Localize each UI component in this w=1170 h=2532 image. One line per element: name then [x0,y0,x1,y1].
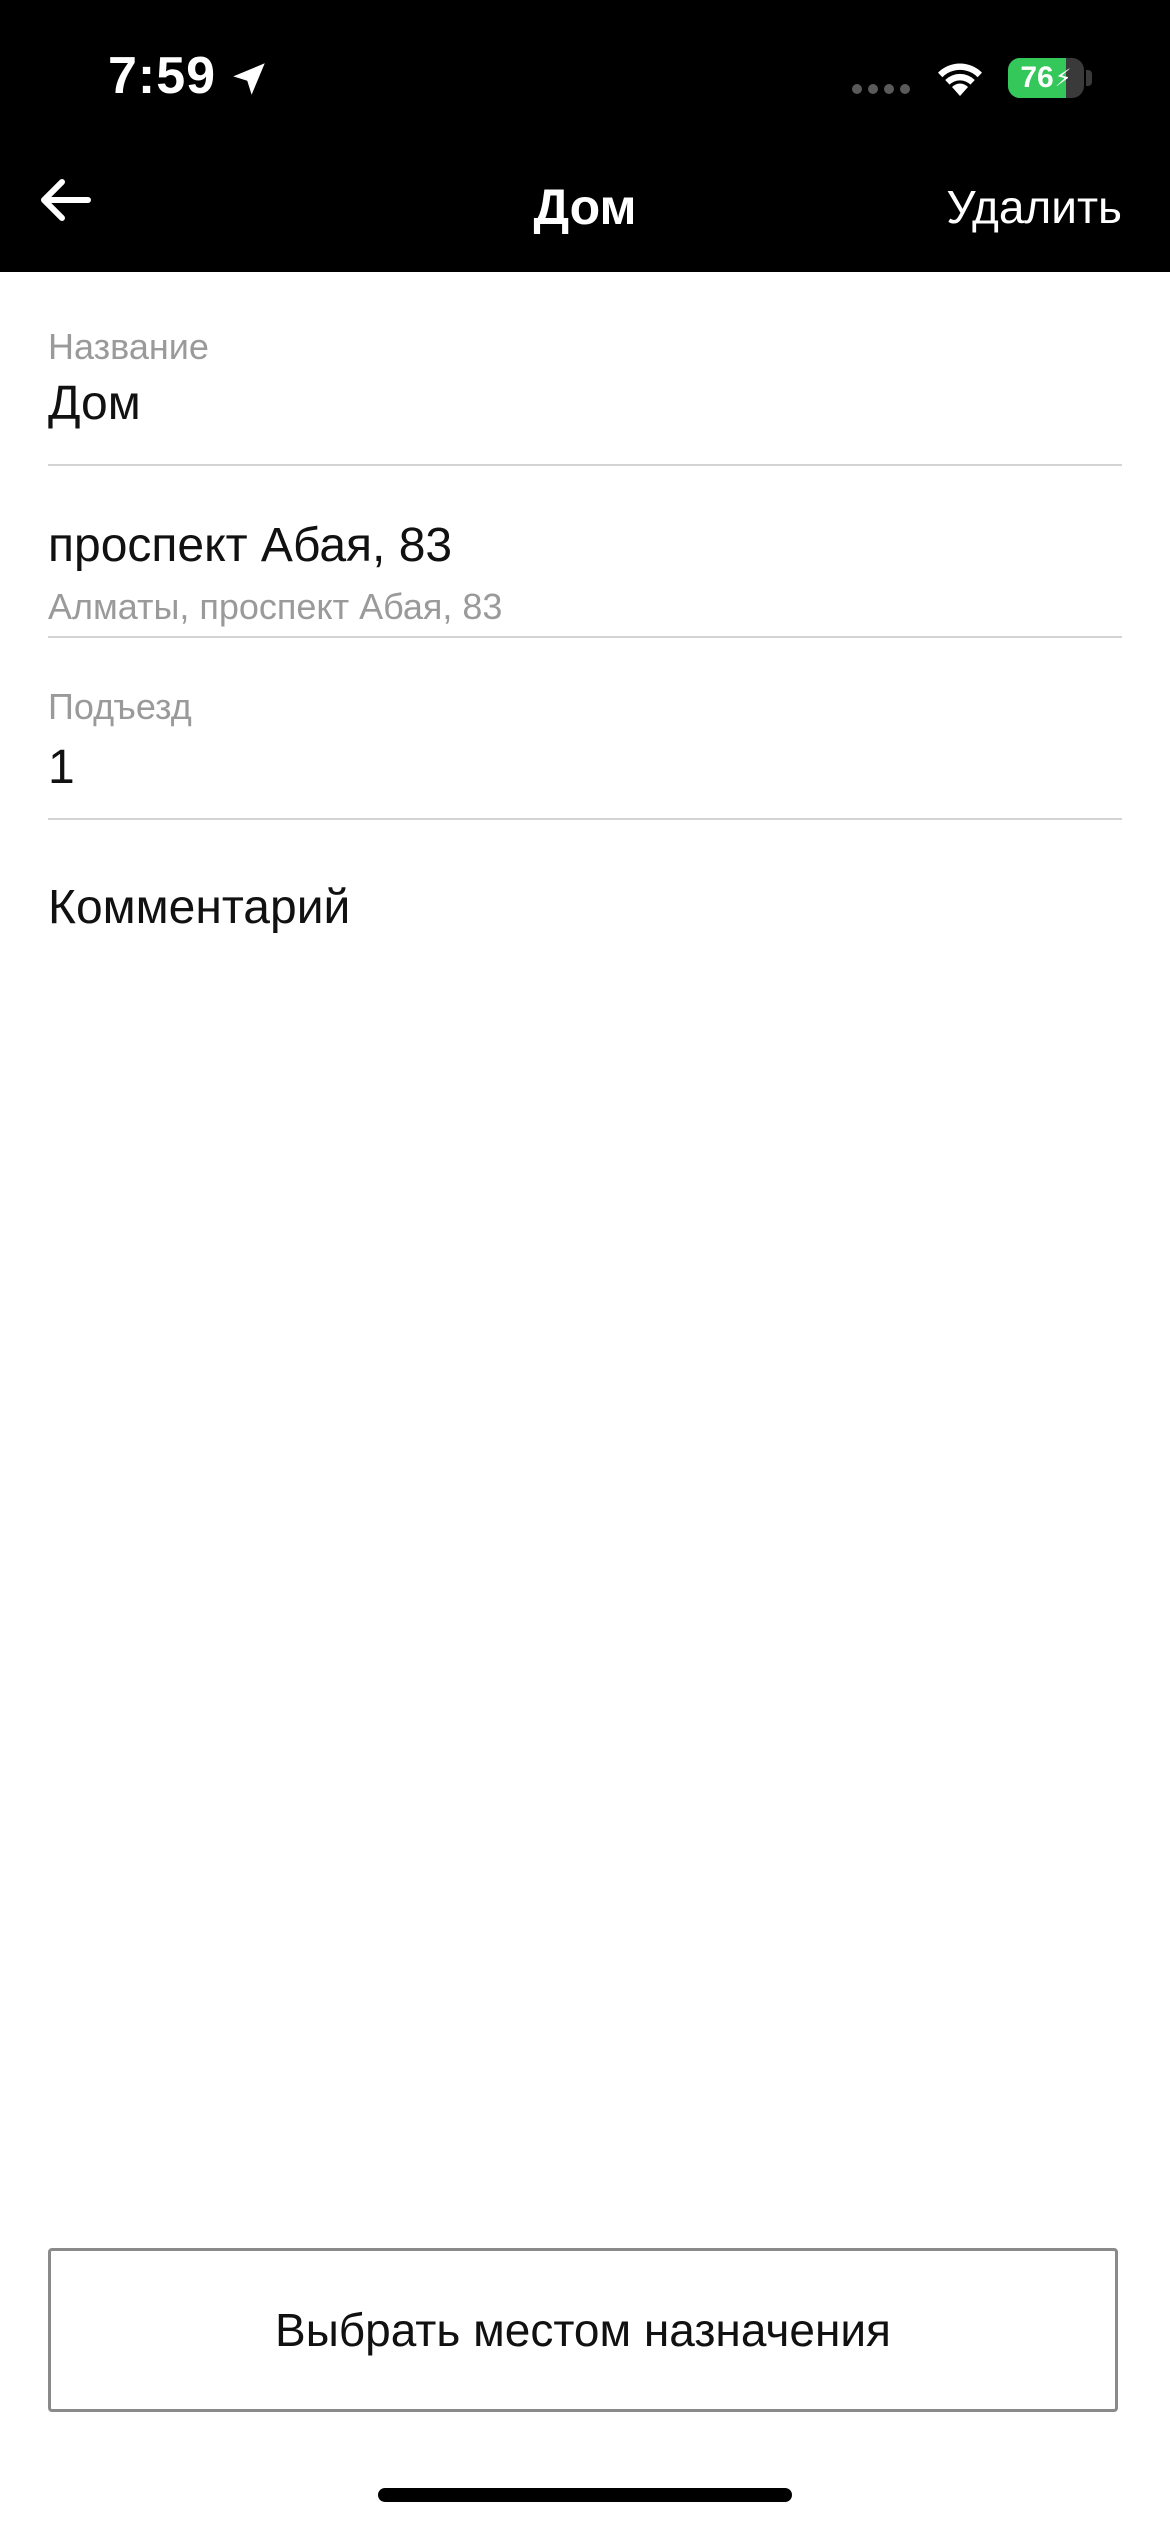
screen: 7:59 76 ⚡ Дом Удалить Название Дом просп… [0,0,1170,2532]
battery-icon: 76 ⚡ [1008,58,1084,98]
back-button[interactable] [28,164,100,236]
battery-cap [1086,70,1092,86]
status-time: 7:59 [108,47,217,105]
arrow-left-icon [41,179,91,221]
name-field-label: Название [48,326,209,367]
battery-level: 76 ⚡ [1020,61,1072,94]
entrance-field-value[interactable]: 1 [48,740,75,795]
wifi-icon [938,63,982,96]
name-field-value[interactable]: Дом [48,376,141,431]
delete-button[interactable]: Удалить [946,180,1122,234]
name-field[interactable]: Название Дом [48,272,1122,466]
address-full: Алматы, проспект Абая, 83 [48,586,503,627]
address-street: проспект Абая, 83 [48,519,453,572]
choose-destination-button[interactable]: Выбрать местом назначения [48,2248,1118,2412]
cellular-signal-icon [852,84,910,94]
home-indicator[interactable] [378,2488,792,2502]
entrance-field[interactable]: Подъезд 1 [48,638,1122,820]
address-field[interactable]: проспект Абая, 83 Алматы, проспект Абая,… [48,466,1122,638]
location-arrow-icon [233,63,265,95]
entrance-field-label: Подъезд [48,686,192,727]
header-bar: 7:59 76 ⚡ Дом Удалить [0,0,1170,272]
comment-field[interactable]: Комментарий [48,820,1122,980]
comment-field-placeholder[interactable]: Комментарий [48,880,350,935]
address-form: Название Дом проспект Абая, 83 Алматы, п… [48,272,1122,980]
